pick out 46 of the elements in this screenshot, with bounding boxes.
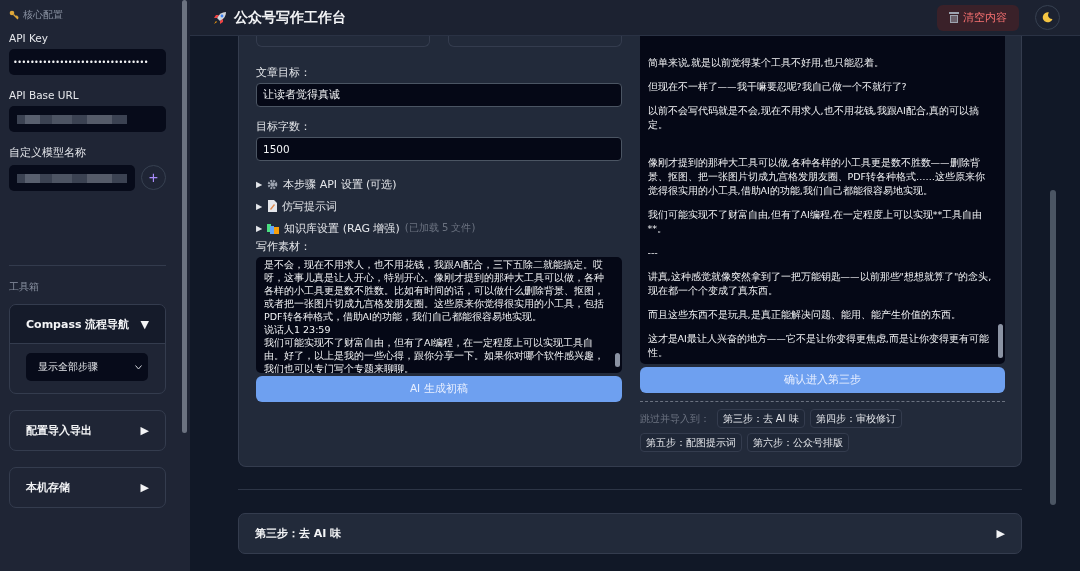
app-title: 公众号写作工作台 [234,8,347,27]
field-label: 文章目标： [256,65,312,80]
rocket-icon [212,9,228,26]
field-label: 写作素材： [256,239,312,254]
collapsible-section[interactable]: ▶ 本步骤 API 设置 (可选) [256,173,622,195]
field-label: API Base URL [9,89,80,101]
field-label: 目标字数： [256,119,312,134]
moon-icon [1042,12,1053,23]
scrollbar-thumb[interactable] [182,0,187,433]
add-button[interactable]: + [141,165,166,190]
panel-header[interactable]: 本机存储 ▶ [10,468,165,507]
chevron-icon [135,364,142,370]
api-key-field[interactable]: •••••••••••••••••••••••••••••••• [9,49,166,75]
step-select[interactable]: 显示全部步骤 [26,353,148,381]
model-name-field[interactable] [9,165,135,191]
trash-icon [949,12,959,23]
theme-toggle[interactable] [1035,5,1060,30]
scrollbar-thumb[interactable] [614,353,620,367]
text-field[interactable]: 让读者觉得真诚 [256,83,622,107]
collapsible-section[interactable]: ▶ 仿写提示词 [256,195,622,217]
key-icon [9,10,19,20]
document-icon [267,200,278,212]
blurred-text-icon [17,173,127,183]
scrollbar-thumb[interactable] [998,324,1003,358]
books-icon [267,222,280,234]
collapsible-section[interactable]: ▶ 知识库设置 (RAG 增强) (已加载 5 文件) [256,217,622,239]
panel-header[interactable]: Compass 流程导航 ▼ [10,305,165,343]
skip-step-button[interactable]: 第三步：去 AI 味 [716,409,805,428]
section-title: 工具箱 [9,280,39,294]
material-textarea[interactable]: 是不会，现在不用求人，也不用花钱，我跟AI配合，三下五除二就能搞定。哎呀，这事儿真是让人开心，特别开心。像刚才提到的那种大工具可以做，各种各样的小工具更是数不胜数。比如有时间的话，可以做什么删除背景、抠图，或者把一张图片切成九宫格发朋友圈。这些原来你觉得很实用的小工具，包括PDF转各种格式，借助AI的功能，我们自己都能很容易地实现。 说话人1 23:59 我们可能实现不了财富自由，但有了AI编程，在一定程度上可以实现工具自由。好了，以上是我的一些心得，跟你分享一下。如果你对哪个软件感兴趣，我们也可以专门写个专题来聊聊。 [256,257,622,373]
step-header[interactable]: 第三步：去 AI 味 ▶ [238,513,1022,554]
url-field[interactable] [9,106,166,132]
skip-label: 跳过并导入到： [639,411,710,426]
blurred-text-icon [17,114,127,124]
scrollbar-thumb[interactable] [1050,190,1056,505]
skip-step-button[interactable]: 第四步：审校修订 [809,409,902,428]
text-field[interactable]: 1500 [256,137,622,161]
section-title: 核心配置 [23,8,63,22]
gear-icon [267,178,279,190]
field-label: API Key [9,32,49,44]
field-label: 自定义模型名称 [9,146,87,160]
skip-step-button[interactable]: 第五步：配图提示词 [639,433,742,452]
skip-step-button[interactable]: 第六步：公众号排版 [746,433,849,452]
clear-button[interactable]: 清空内容 [937,4,1019,31]
panel-header[interactable]: 配置导入导出 ▶ [10,411,165,450]
draft-textarea[interactable]: 简单来说,就是以前觉得某个工具不好用,也只能忍着。 但现在不一样了——我干嘛要忍呢?我自己做一个不就行了? 以前不会写代码就是不会,现在不用求人,也不用花钱,我跟AI配合,真的可以搞定。 像刚才提到的那种大工具可以做,各种各样的小工具更是数不胜数——删除背景、抠图、把一张图片切成九宫格发朋友圈、PDF转各种格式……这些原来你觉得很实用的小工具,借助AI的功能,我们自己都能很容易地实现。 我们可能实现不了财富自由,但有了AI编程,在一定程度上可以实现**工具自由**。 --- 讲真,这种感觉就像突然拿到了一把万能钥匙——以前那些"想想就算了"的念头,现在都一个个变成了真东西。 而且这些东西不是玩具,是真正能解决问题、能用、能产生价值的东西。 这才是AI最让人兴奋的地方——它不是让你变得更焦虑,而是让你变得更有可能性。 [639,36,1005,364]
